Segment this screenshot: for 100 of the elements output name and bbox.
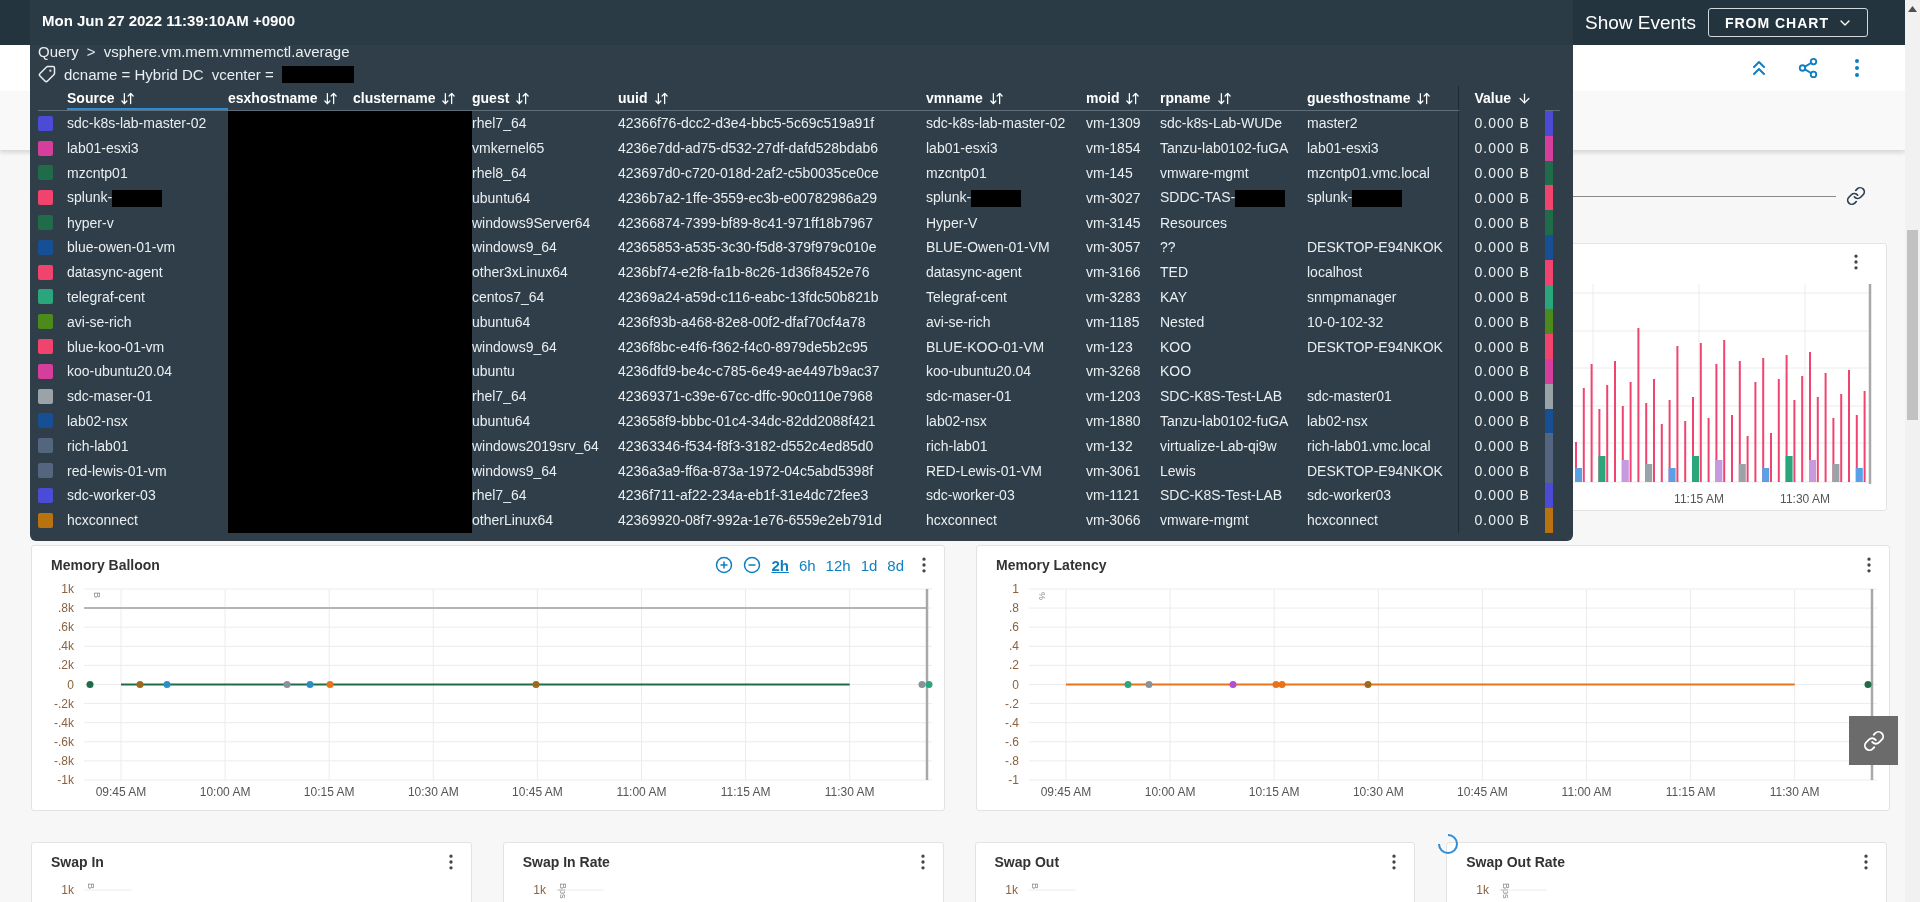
axis-unit-label: B (92, 592, 102, 598)
scroll-up-arrow-icon[interactable] (1908, 6, 1917, 12)
stacked-bar (1785, 456, 1793, 482)
axis-tick-label: 11:15 AM (720, 785, 771, 799)
table-cell: 42366874-7399-bf89-8c41-971ff18b7967 (618, 214, 874, 231)
time-range-link[interactable]: 2h (771, 556, 789, 574)
table-cell: 4236dfd9-be4c-c785-6e49-ae4497b9ac37 (618, 363, 880, 380)
table-cell: SDC-K8S-Test-LAB (1160, 388, 1283, 405)
table-cell: vm-145 (1086, 165, 1133, 181)
column-header[interactable]: moid (1086, 90, 1141, 106)
zoom-out-icon[interactable] (743, 556, 762, 574)
zoom-in-icon[interactable] (715, 556, 734, 574)
chart-title: Swap In Rate (522, 854, 611, 870)
time-range-link[interactable]: 12h (825, 556, 851, 574)
stacked-bar (1598, 456, 1606, 482)
time-range-link[interactable]: 8d (887, 556, 904, 574)
stacked-bar (1692, 456, 1699, 482)
table-cell: 0.000 B (1474, 165, 1530, 181)
table-cell: koo-ubuntu20.04 (67, 363, 173, 380)
table-cell: 0.000 B (1474, 288, 1530, 305)
axis-unit-label: Bps (557, 883, 568, 899)
tag-label: dcname = Hybrid DC (64, 65, 204, 83)
column-header[interactable]: guesthostname (1307, 90, 1432, 106)
table-cell: 0.000 B (1474, 462, 1530, 479)
axis-tick-label: -.4 (1005, 715, 1019, 730)
axis-tick-label: .2 (1009, 658, 1019, 673)
axis-tick-label: 0 (67, 677, 74, 692)
axis-tick-label: -.8 (1005, 753, 1019, 768)
column-header[interactable]: guest (472, 90, 531, 106)
column-header[interactable]: esxhostname (228, 90, 339, 106)
table-cell: 423697d0-c720-018d-2af2-c5b0035ce0ce (618, 165, 879, 181)
table-cell: vm-1880 (1086, 412, 1141, 429)
column-header[interactable]: rpname (1160, 90, 1232, 106)
query-label: Query (38, 42, 79, 60)
table-cell: rhel8_64 (472, 165, 527, 181)
table-cell: splunk- (67, 188, 113, 205)
time-range-link[interactable]: 6h (798, 556, 816, 574)
table-cell: rhel7_64 (472, 487, 527, 504)
table-cell: 4236e7dd-ad75-d532-27df-dafd528bdab6 (618, 140, 878, 157)
table-cell: vm-3061 (1086, 462, 1141, 479)
table-cell: 0.000 B (1474, 239, 1530, 256)
axis-tick-label: 10:30 AM (407, 785, 459, 799)
table-cell: ?? (1160, 239, 1176, 256)
column-header[interactable]: uuid (618, 90, 669, 106)
table-cell: hcxconnect (67, 512, 138, 529)
table-cell: ubuntu64 (472, 412, 531, 429)
axis-unit-label: B (86, 883, 96, 889)
stacked-bar (1832, 464, 1840, 482)
column-header[interactable]: vmname (926, 90, 1004, 106)
axis-tick-label: 11:00 AM (616, 785, 667, 799)
table-cell: lab02-nsx (926, 412, 987, 429)
table-cell: other3xLinux64 (472, 264, 568, 281)
stacked-bar (1855, 468, 1863, 482)
table-cell: 42369a24-a59d-c116-eabc-13fdc50b821b (618, 288, 879, 305)
events-dropdown[interactable]: FROM CHART (1707, 8, 1868, 37)
axis-tick-label: -.4k (54, 715, 74, 730)
redaction-block (1352, 189, 1403, 207)
table-cell: 0.000 B (1474, 437, 1530, 454)
table-cell: Tanzu-lab0102-fuGA (1160, 140, 1289, 157)
scrollbar[interactable] (1905, 0, 1920, 902)
table-cell: BLUE-KOO-01-VM (926, 338, 1045, 355)
column-header[interactable]: clustername (353, 90, 457, 106)
axis-tick-label: 10:30 AM (1352, 785, 1404, 799)
table-cell: hcxconnect (926, 512, 997, 529)
link-button[interactable] (1849, 716, 1898, 765)
table-cell: Resources (1160, 214, 1227, 231)
show-events-label: Show Events (1585, 11, 1696, 34)
table-cell: mzcntp01.vmc.local (1307, 165, 1430, 181)
table-cell: SDC-K8S-Test-LAB (1160, 487, 1283, 504)
table-cell: 0.000 B (1474, 412, 1530, 429)
table-cell: Nested (1160, 313, 1205, 330)
scrollbar-thumb[interactable] (1907, 230, 1918, 420)
table-cell: 0.000 B (1474, 512, 1530, 529)
axis-tick-label: 10:15 AM (1248, 785, 1300, 799)
table-cell: mzcntp01 (67, 165, 128, 181)
time-range-link[interactable]: 1d (860, 556, 878, 574)
spike-bar (1660, 423, 1663, 483)
table-cell: Tanzu-lab0102-fuGA (1160, 412, 1289, 429)
table-cell: BLUE-Owen-01-VM (926, 239, 1050, 256)
axis-tick-label: 11:30 AM (824, 785, 875, 799)
link-icon[interactable] (1846, 186, 1866, 206)
table-cell: lab01-esxi3 (67, 140, 139, 157)
column-header[interactable]: Value (1474, 90, 1533, 106)
axis-tick-label: .6k (58, 620, 74, 635)
axis-tick-label: 10:45 AM (512, 785, 563, 799)
table-cell: ubuntu64 (472, 313, 531, 330)
table-cell: 42369920-08f7-992a-1e76-6559e2eb791d (618, 512, 882, 529)
axis-tick-label: .6 (1009, 620, 1019, 635)
axis-tick-label: 1k (61, 883, 74, 897)
column-header[interactable]: Source (67, 90, 136, 106)
table-cell: 0.000 B (1474, 388, 1530, 405)
table-cell: sdc-worker-03 (926, 487, 1015, 504)
spike-bar (1746, 435, 1749, 483)
table-cell: vm-1185 (1086, 313, 1140, 330)
table-cell: KOO (1160, 363, 1192, 380)
table-cell: hyper-v (67, 214, 114, 231)
stacked-bar (1809, 460, 1816, 482)
axis-tick-label: 1k (1476, 883, 1490, 897)
table-cell: avi-se-rich (67, 313, 132, 330)
share-icon[interactable] (1797, 57, 1819, 79)
